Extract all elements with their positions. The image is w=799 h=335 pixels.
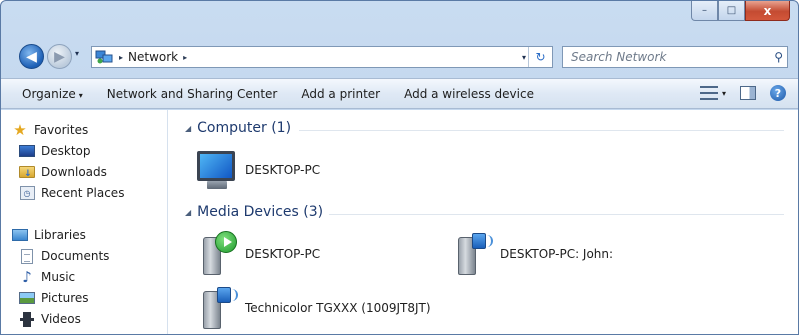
- help-icon[interactable]: ?: [770, 85, 786, 101]
- group-header-label: Computer (1): [197, 120, 292, 136]
- sidebar-item-label: Music: [41, 270, 76, 284]
- navigation-row: ◀ ▶ ▾ ▸ Network ▸ ▾ ↻ Search Network ⚲: [13, 41, 790, 71]
- maximize-button[interactable]: □: [718, 1, 745, 21]
- device-item[interactable]: Technicolor TGXXX (1009JT8JT): [193, 285, 431, 331]
- sidebar-item-label: Videos: [41, 312, 81, 326]
- close-button[interactable]: x: [745, 1, 790, 21]
- refresh-button[interactable]: ↻: [528, 47, 552, 67]
- downloads-icon-wrap: ↓: [19, 164, 35, 180]
- network-sharing-center-button[interactable]: Network and Sharing Center: [95, 87, 290, 101]
- documents-icon-wrap: [19, 248, 35, 264]
- computer-icon: [193, 147, 239, 193]
- recent-places-icon-wrap: ◷: [19, 185, 35, 201]
- sidebar-item-documents[interactable]: Documents: [19, 248, 109, 264]
- desktop-icon: [19, 145, 35, 157]
- pictures-icon: [19, 292, 35, 304]
- device-item[interactable]: DESKTOP-PC: [193, 147, 320, 193]
- chevron-down-icon: ▾: [78, 90, 83, 100]
- search-input[interactable]: Search Network ⚲: [562, 46, 788, 68]
- sidebar-item-pictures[interactable]: Pictures: [19, 290, 89, 306]
- minimize-button[interactable]: –: [691, 1, 718, 21]
- sidebar-item-label: Downloads: [41, 165, 107, 179]
- sidebar-item-label: Recent Places: [41, 186, 125, 200]
- media-server-icon: [193, 231, 239, 277]
- command-bar: Organize ▾ Network and Sharing Center Add…: [1, 78, 798, 109]
- music-icon: ♪: [22, 268, 32, 286]
- device-item[interactable]: DESKTOP-PC: [193, 231, 320, 277]
- sidebar-item-label: Documents: [41, 249, 110, 263]
- downloads-icon: ↓: [19, 166, 35, 179]
- device-item[interactable]: DESKTOP-PC: John:: [448, 231, 613, 277]
- explorer-window: – □ x ◀ ▶ ▾ ▸ Network ▸ ▾ ↻ Search Netwo…: [0, 0, 799, 335]
- device-label: DESKTOP-PC: John:: [500, 247, 614, 261]
- desktop-icon-wrap: [19, 143, 35, 159]
- preview-pane-icon[interactable]: [740, 86, 756, 100]
- group-divider: [329, 214, 784, 215]
- sidebar-item-recent-places[interactable]: ◷ Recent Places: [19, 185, 124, 201]
- group-header-computer[interactable]: ◢ Computer (1): [185, 120, 291, 136]
- sidebar-item-music[interactable]: ♪ Music: [19, 268, 76, 286]
- network-icon: [94, 50, 114, 64]
- sidebar-item-videos[interactable]: Videos: [19, 311, 81, 327]
- breadcrumb-network[interactable]: Network: [128, 50, 178, 64]
- sidebar-item-desktop[interactable]: Desktop: [19, 143, 91, 159]
- pictures-icon-wrap: [19, 290, 35, 306]
- address-bar[interactable]: ▸ Network ▸ ▾ ↻: [91, 46, 553, 68]
- sidebar-header-label: Favorites: [34, 123, 89, 137]
- arrow-left-icon: ◀: [26, 48, 37, 65]
- videos-icon: [20, 311, 34, 327]
- group-divider: [299, 130, 784, 131]
- libraries-icon-wrap: [12, 227, 28, 243]
- forward-button[interactable]: ▶: [47, 44, 72, 69]
- navigation-pane[interactable]: ★ Favorites Desktop ↓ Downloads ◷ Recent…: [1, 110, 168, 334]
- recent-places-icon: ◷: [19, 186, 35, 200]
- content-area: ★ Favorites Desktop ↓ Downloads ◷ Recent…: [1, 110, 798, 334]
- organize-menu[interactable]: Organize ▾: [10, 87, 95, 101]
- sidebar-item-label: Desktop: [41, 144, 91, 158]
- add-wireless-device-button[interactable]: Add a wireless device: [392, 87, 546, 101]
- breadcrumb-separator[interactable]: ▸: [119, 53, 123, 62]
- breadcrumb-separator[interactable]: ▸: [183, 53, 187, 62]
- chevron-down-icon: ▾: [721, 88, 726, 98]
- organize-label: Organize: [22, 86, 76, 101]
- group-header-media-devices[interactable]: ◢ Media Devices (3): [185, 204, 323, 220]
- documents-icon: [21, 248, 33, 264]
- sidebar-favorites-header[interactable]: ★ Favorites: [12, 121, 89, 139]
- media-device-icon: [448, 231, 494, 277]
- view-controls: ▾ ?: [699, 85, 786, 101]
- device-label: Technicolor TGXXX (1009JT8JT): [245, 301, 431, 315]
- view-icon: [699, 86, 718, 100]
- address-dropdown-icon[interactable]: ▾: [522, 53, 526, 62]
- star-icon: ★: [13, 121, 27, 139]
- collapse-triangle-icon[interactable]: ◢: [185, 124, 191, 133]
- libraries-icon: [12, 229, 28, 241]
- add-printer-button[interactable]: Add a printer: [289, 87, 392, 101]
- videos-icon-wrap: [19, 311, 35, 327]
- sidebar-item-downloads[interactable]: ↓ Downloads: [19, 164, 107, 180]
- media-device-icon: [193, 285, 239, 331]
- search-placeholder: Search Network: [571, 50, 667, 64]
- sidebar-item-label: Pictures: [41, 291, 89, 305]
- device-label: DESKTOP-PC: [245, 247, 321, 261]
- device-label: DESKTOP-PC: [245, 163, 321, 177]
- caption-buttons: – □ x: [691, 1, 790, 22]
- change-view-button[interactable]: ▾: [699, 86, 726, 100]
- sidebar-libraries-header[interactable]: Libraries: [12, 227, 86, 243]
- sidebar-header-label: Libraries: [34, 228, 86, 242]
- collapse-triangle-icon[interactable]: ◢: [185, 208, 191, 217]
- recent-pages-dropdown-icon[interactable]: ▾: [75, 49, 79, 58]
- back-button[interactable]: ◀: [19, 44, 44, 69]
- arrow-right-icon: ▶: [54, 48, 65, 65]
- file-list-pane[interactable]: ◢ Computer (1) DESKTOP-PC ◢ Media Device…: [169, 110, 798, 334]
- group-header-label: Media Devices (3): [197, 204, 324, 220]
- search-icon[interactable]: ⚲: [774, 50, 783, 64]
